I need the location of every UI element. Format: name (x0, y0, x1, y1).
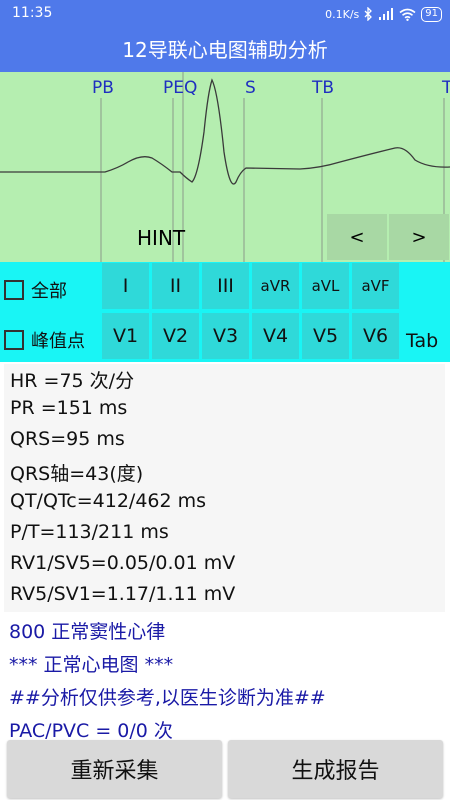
status-icons: 0.1K/s 91 (325, 6, 442, 22)
ecg-trace (0, 78, 450, 185)
recollect-button[interactable]: 重新采集 (7, 740, 222, 798)
lead-button-v2[interactable]: V2 (152, 313, 199, 359)
marker-label-peq: PEQ (163, 78, 198, 98)
diagnosis-pac-pvc: PAC/PVC = 0/0 次 (9, 720, 173, 740)
hint-label: HINT (137, 226, 186, 250)
all-checkbox-label: 全部 (31, 281, 67, 302)
marker-label-pb: PB (92, 78, 114, 98)
battery-indicator: 91 (421, 6, 442, 22)
marker-label-tb: TB (312, 78, 335, 98)
diagnosis-summary: *** 正常心电图 *** (9, 654, 174, 676)
app-title: 12导联心电图辅助分析 (122, 38, 328, 62)
signal-icon (379, 8, 394, 20)
lead-button-iii[interactable]: III (202, 263, 249, 309)
lead-button-v6[interactable]: V6 (352, 313, 399, 359)
diagnosis-panel: 800 正常窦性心律 *** 正常心电图 *** ##分析仅供参考,以医生诊断为… (0, 612, 450, 740)
all-checkbox-row[interactable]: 全部 (4, 277, 67, 303)
network-speed: 0.1K/s (325, 7, 360, 21)
status-time: 11:35 (12, 5, 53, 21)
bluetooth-icon (364, 7, 373, 21)
lead-button-avf[interactable]: aVF (352, 263, 399, 309)
generate-report-button[interactable]: 生成报告 (228, 740, 443, 798)
result-qrs: QRS=95 ms (10, 428, 125, 450)
peak-checkbox-label: 峰值点 (31, 331, 85, 352)
lead-button-ii[interactable]: II (152, 263, 199, 309)
tab-button[interactable]: Tab (406, 330, 438, 352)
ecg-waveform-area[interactable]: PB PEQ S TB T HINT < > (0, 72, 450, 262)
lead-button-v4[interactable]: V4 (252, 313, 299, 359)
lead-button-v1[interactable]: V1 (102, 313, 149, 359)
peak-checkbox-row[interactable]: 峰值点 (4, 327, 85, 353)
status-bar: 11:35 0.1K/s 91 (0, 0, 450, 28)
lead-button-i[interactable]: I (102, 263, 149, 309)
prev-button[interactable]: < (327, 214, 387, 260)
result-p-t: P/T=113/211 ms (10, 521, 169, 543)
result-qt-qtc: QT/QTc=412/462 ms (10, 490, 207, 512)
peak-checkbox[interactable] (4, 330, 24, 350)
all-checkbox[interactable] (4, 280, 24, 300)
lead-button-v3[interactable]: V3 (202, 313, 249, 359)
next-button[interactable]: > (389, 214, 449, 260)
diagnosis-disclaimer: ##分析仅供参考,以医生诊断为准## (9, 687, 326, 709)
result-rv1-sv5: RV1/SV5=0.05/0.01 mV (10, 552, 236, 574)
result-pr: PR =151 ms (10, 397, 128, 419)
marker-label-s: S (245, 78, 256, 98)
lead-button-v5[interactable]: V5 (302, 313, 349, 359)
diagnosis-code: 800 正常窦性心律 (9, 621, 166, 643)
measurement-results: HR =75 次/分 PR =151 ms QRS=95 ms QRS轴=43(… (4, 364, 445, 612)
lead-button-avl[interactable]: aVL (302, 263, 349, 309)
result-rv5-sv1: RV5/SV1=1.17/1.11 mV (10, 583, 236, 605)
lead-button-avr[interactable]: aVR (252, 263, 299, 309)
marker-label-t: T (442, 78, 450, 98)
wifi-icon (399, 8, 416, 21)
result-qrs-axis: QRS轴=43(度) (10, 463, 144, 485)
result-hr: HR =75 次/分 (10, 370, 135, 392)
app-bar: 12导联心电图辅助分析 (0, 28, 450, 72)
